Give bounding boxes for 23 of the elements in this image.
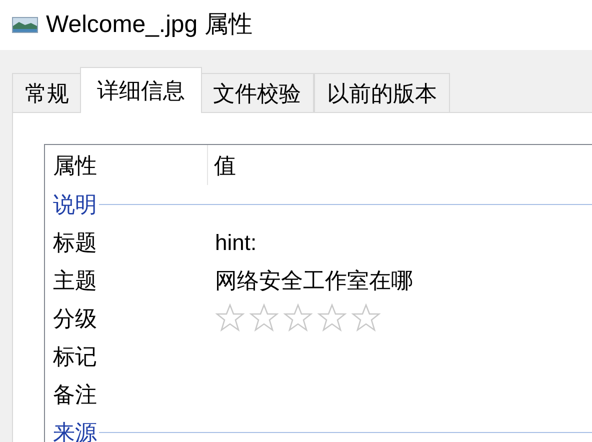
tab[interactable]: 文件校验 (200, 73, 314, 113)
star-rating[interactable] (215, 303, 381, 333)
property-value: hint: (215, 228, 257, 256)
landscape-image-icon (12, 17, 38, 33)
star-icon (317, 303, 347, 333)
property-value: 网络安全工作室在哪 (215, 266, 413, 294)
tab[interactable]: 详细信息 (80, 67, 202, 113)
group-label: 说明 (53, 190, 97, 218)
star-icon (249, 303, 279, 333)
column-header[interactable]: 属性 (45, 148, 97, 182)
window-title: Welcome_.jpg 属性 (46, 10, 252, 40)
property-name: 备注 (53, 380, 97, 408)
tab[interactable]: 常规 (12, 73, 82, 113)
property-name: 分级 (53, 304, 97, 332)
group-label: 来源 (53, 418, 97, 442)
property-name: 标题 (53, 228, 97, 256)
star-icon (215, 303, 245, 333)
property-name: 标记 (53, 342, 97, 370)
star-icon (283, 303, 313, 333)
star-icon (351, 303, 381, 333)
tab[interactable]: 以前的版本 (314, 73, 450, 113)
column-header[interactable]: 值 (214, 148, 236, 182)
property-name: 主题 (53, 266, 97, 294)
